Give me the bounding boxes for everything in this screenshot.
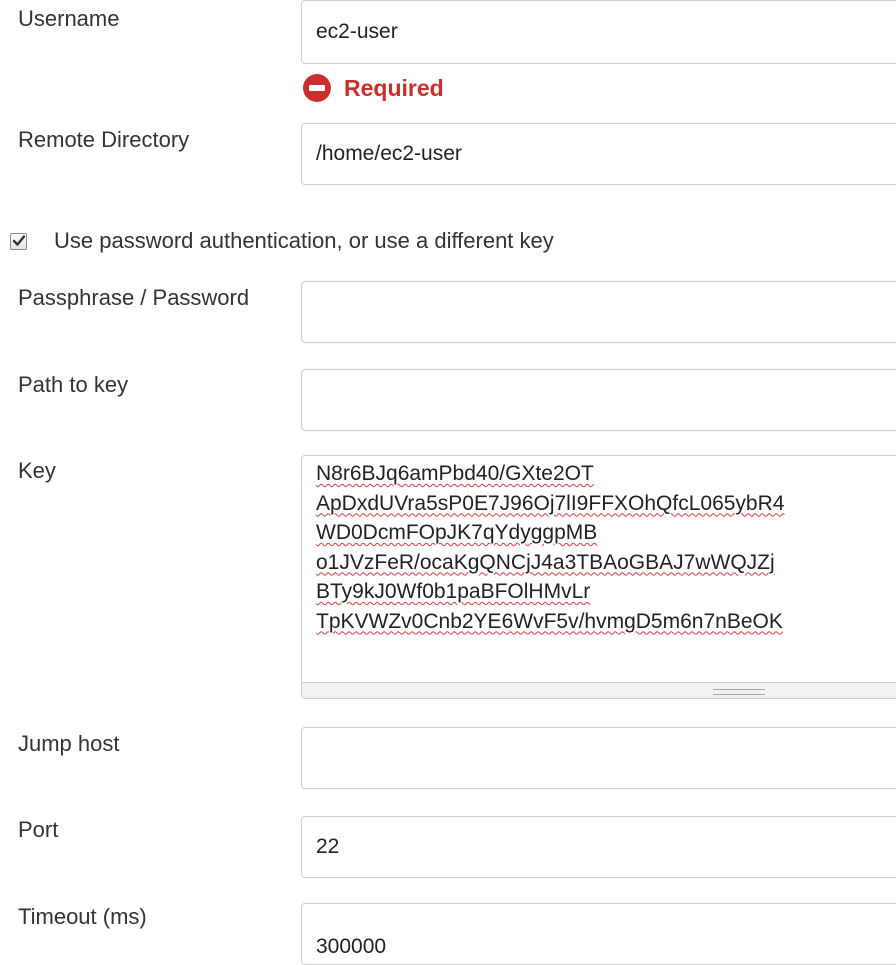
key-line: TpKVWZv0Cnb2YE6WvF5v/hvmgD5m6n7nBeOK [316,609,783,633]
jump-host-label: Jump host [18,731,120,756]
key-content: N8r6BJq6amPbd40/GXte2OT ApDxdUVra5sP0E7J… [316,459,896,636]
error-minus-icon [302,73,332,103]
username-validation: Required [302,72,444,104]
port-input[interactable] [301,816,896,878]
textarea-resize-bar[interactable] [302,682,896,698]
username-label: Username [18,6,120,31]
key-line: WD0DcmFOpJK7qYdyggpMB [316,521,598,544]
passphrase-input[interactable] [301,281,896,343]
remote-directory-input[interactable] [301,123,896,185]
timeout-input[interactable] [301,903,896,965]
key-line: BTy9kJ0Wf0b1paBFOlHMvLr [316,580,591,603]
use-password-auth-checkbox[interactable] [10,232,27,250]
key-line: o1JVzFeR/ocaKgQNCjJ4a3TBAoGBAJ7wWQJZj [316,550,775,574]
remote-directory-label: Remote Directory [18,127,190,152]
username-input[interactable] [301,0,896,64]
resize-grip-icon[interactable] [713,689,765,695]
key-line: N8r6BJq6amPbd40/GXte2OT [316,462,594,485]
passphrase-label: Passphrase / Password [18,285,250,310]
checkmark-icon [12,234,26,246]
key-line: ApDxdUVra5sP0E7J96Oj7lI9FFXOhQfcL065ybR4 [316,491,785,515]
timeout-label: Timeout (ms) [18,904,147,929]
port-label: Port [18,817,59,842]
path-to-key-input[interactable] [301,369,896,431]
required-message: Required [344,75,444,101]
use-password-auth-label: Use password authentication, or use a di… [54,228,554,253]
key-textarea[interactable]: N8r6BJq6amPbd40/GXte2OT ApDxdUVra5sP0E7J… [301,455,896,699]
path-to-key-label: Path to key [18,372,129,397]
jump-host-input[interactable] [301,727,896,789]
use-password-auth-row[interactable]: Use password authentication, or use a di… [10,226,554,256]
key-label: Key [18,458,56,483]
